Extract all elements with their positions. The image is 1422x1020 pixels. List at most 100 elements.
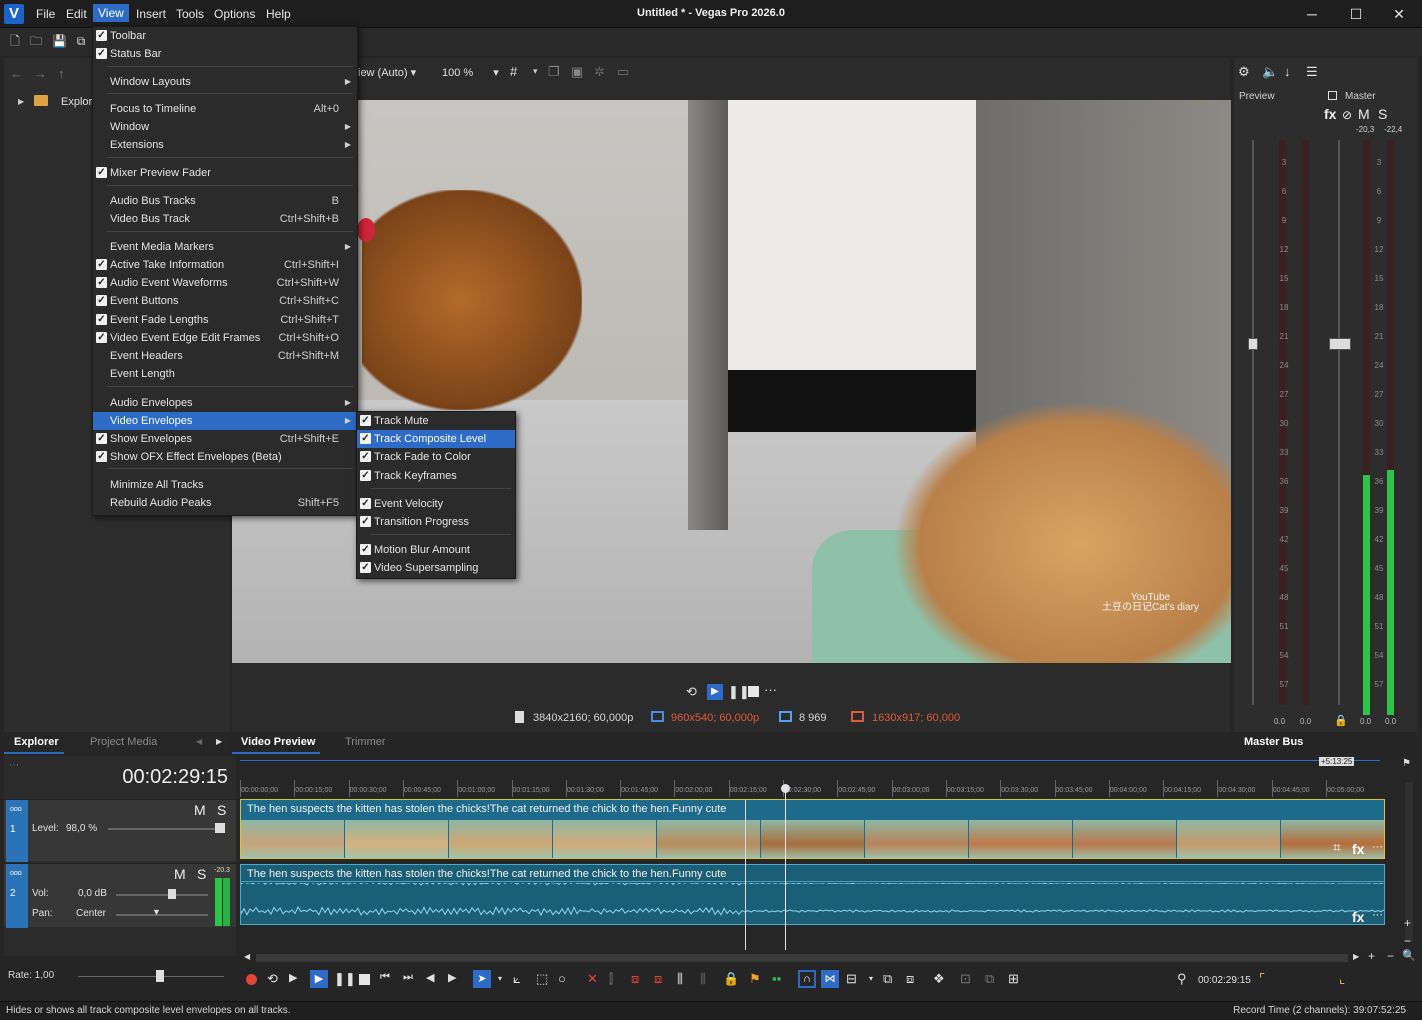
audio-event-more-icon[interactable]: ···	[1372, 909, 1383, 921]
speaker-icon[interactable]: 🔈	[1262, 64, 1278, 80]
scroll-left-icon[interactable]: ◀	[244, 952, 250, 961]
marker-flag-icon[interactable]: ⚑	[1402, 758, 1411, 769]
envelope-item-track-fade-to-color[interactable]: ✓ Track Fade to Color	[357, 448, 515, 466]
audio-track-header[interactable]: ooo 2 M S -20.3 Vol: 0,0 dB Pan: Center …	[4, 863, 236, 928]
overlay-icon[interactable]: ▭	[617, 64, 629, 80]
menu-edit[interactable]: Edit	[61, 6, 92, 22]
gear-icon[interactable]: ⚙	[1238, 64, 1250, 80]
view-menu-item-show-ofx-effect-envelopes-beta[interactable]: ✓ Show OFX Effect Envelopes (Beta)	[93, 448, 357, 466]
up-arrow-icon[interactable]: ↑	[58, 66, 65, 81]
master-checkbox-icon[interactable]	[1328, 91, 1337, 100]
ripple-icon[interactable]: ⫼	[700, 971, 706, 987]
menu-insert[interactable]: Insert	[131, 6, 171, 22]
envelope-item-transition-progress[interactable]: ✓ Transition Progress	[357, 513, 515, 531]
go-to-end-icon[interactable]: ⏭	[403, 971, 413, 984]
envelope-tool-icon[interactable]: ⟀	[513, 971, 521, 987]
zoom-out-vertical-icon[interactable]: −	[1404, 934, 1411, 948]
loop-region-bar[interactable]	[240, 760, 1380, 761]
split-icon[interactable]: ⫼	[677, 971, 683, 987]
loop-playback-icon[interactable]: ⟲	[267, 971, 278, 987]
scroll-right-icon[interactable]: ▶	[1353, 952, 1359, 961]
selection-start-icon[interactable]: ⌜	[1259, 971, 1265, 987]
view-menu-item-show-envelopes[interactable]: ✓ Show Envelopes Ctrl+Shift+E	[93, 430, 357, 448]
view-menu-item-audio-event-waveforms[interactable]: ✓ Audio Event Waveforms Ctrl+Shift+W	[93, 274, 357, 292]
tab-master-bus[interactable]: Master Bus	[1244, 736, 1303, 748]
master-solo-button[interactable]: S	[1378, 106, 1387, 122]
master-mute-button[interactable]: M	[1358, 106, 1370, 122]
stop-button[interactable]	[359, 974, 370, 985]
copy-snapshot-icon[interactable]: ❐	[548, 64, 560, 80]
video-track-mute-button[interactable]: M	[194, 802, 206, 818]
more-options-icon[interactable]: ···	[764, 682, 777, 697]
video-track-header[interactable]: ooo 1 M S Level: 98,0 %	[4, 799, 236, 862]
nest-icon[interactable]: ⊡	[960, 971, 971, 987]
lock-icon[interactable]: 🔒	[1334, 714, 1348, 727]
normal-edit-tool-icon[interactable]: ➤	[473, 970, 491, 988]
timeline-horizontal-scrollbar[interactable]	[256, 954, 1348, 962]
menu-tools[interactable]: Tools	[171, 6, 209, 22]
view-menu-item-mixer-preview-fader[interactable]: ✓ Mixer Preview Fader	[93, 164, 357, 182]
track-expand-icon[interactable]: ooo	[10, 806, 22, 813]
open-folder-icon[interactable]: 🗀	[29, 34, 43, 48]
view-menu-item-active-take-information[interactable]: ✓ Active Take Information Ctrl+Shift+I	[93, 256, 357, 274]
master-fx-button[interactable]: fx	[1324, 106, 1336, 122]
view-menu-item-audio-bus-tracks[interactable]: Audio Bus Tracks B	[93, 192, 357, 210]
mixer-sliders-icon[interactable]: ☰	[1306, 64, 1318, 80]
audio-track-solo-button[interactable]: S	[197, 866, 206, 882]
record-icon[interactable]	[246, 974, 257, 985]
preview-quality-dropdown[interactable]: iew (Auto) ▾	[358, 66, 416, 79]
pause-button[interactable]: ❚❚	[334, 971, 356, 987]
view-menu-item-audio-envelopes[interactable]: Audio Envelopes ▶	[93, 394, 357, 412]
auto-ripple-icon[interactable]: ⊟	[846, 971, 857, 987]
tab-project-media[interactable]: Project Media	[90, 736, 157, 748]
zoom-out-horizontal-icon[interactable]: −	[1387, 949, 1394, 963]
zoom-tool-icon[interactable]: 🔍	[1402, 949, 1416, 962]
forward-arrow-icon[interactable]: →	[34, 66, 47, 81]
region-icon[interactable]: ▪▪	[772, 971, 781, 986]
preview-fader-handle[interactable]	[1248, 338, 1258, 350]
selection-tool-icon[interactable]: ⬚	[536, 971, 548, 987]
view-menu-item-window-layouts[interactable]: Window Layouts ▶	[93, 73, 357, 91]
close-button[interactable]: ✕	[1385, 4, 1413, 24]
tab-scroll-left-icon[interactable]: ◀	[196, 737, 202, 746]
view-menu-item-event-fade-lengths[interactable]: ✓ Event Fade Lengths Ctrl+Shift+T	[93, 311, 357, 329]
ripple-dropdown-icon[interactable]: ▾	[869, 974, 873, 983]
view-menu-item-toolbar[interactable]: ✓ Toolbar	[93, 27, 357, 45]
save-snapshot-icon[interactable]: ▣	[571, 64, 583, 80]
video-event-fx-button[interactable]: fx	[1352, 841, 1364, 857]
tab-explorer[interactable]: Explorer	[14, 736, 59, 748]
playhead-cursor[interactable]	[785, 784, 786, 950]
save-icon[interactable]: 💾	[52, 34, 67, 48]
drag-handle-icon[interactable]: ⋮	[8, 760, 19, 770]
grid-icon[interactable]: #	[510, 64, 517, 79]
view-menu-item-status-bar[interactable]: ✓ Status Bar	[93, 45, 357, 63]
marker-icon[interactable]: ⚑	[749, 971, 761, 987]
envelope-item-video-supersampling[interactable]: ✓ Video Supersampling	[357, 559, 515, 577]
settings-small-icon[interactable]: ✲	[594, 64, 605, 80]
ignore-grouping-icon[interactable]: ⧈	[906, 971, 914, 987]
rate-slider-handle[interactable]	[156, 970, 164, 982]
audio-track-mute-button[interactable]: M	[174, 866, 186, 882]
new-file-icon[interactable]: 🗋	[8, 34, 22, 48]
back-arrow-icon[interactable]: ←	[10, 66, 23, 81]
trim-end-icon[interactable]: ⧈	[654, 971, 662, 987]
view-menu-item-extensions[interactable]: Extensions ▶	[93, 136, 357, 154]
view-menu-item-video-bus-track[interactable]: Video Bus Track Ctrl+Shift+B	[93, 210, 357, 228]
zoom-tool-bottom-icon[interactable]: ○	[558, 971, 566, 986]
envelope-item-event-velocity[interactable]: ✓ Event Velocity	[357, 495, 515, 513]
pause-icon[interactable]: ❚❚	[728, 684, 750, 700]
crop-icon[interactable]: ⌗	[1333, 839, 1341, 856]
envelope-item-track-mute[interactable]: ✓ Track Mute	[357, 412, 515, 430]
view-menu-item-window[interactable]: Window ▶	[93, 118, 357, 136]
view-menu-item-event-headers[interactable]: Event Headers Ctrl+Shift+M	[93, 347, 357, 365]
group-icon[interactable]: ⧉	[883, 971, 892, 987]
maximize-button[interactable]: ☐	[1342, 4, 1370, 24]
zoom-in-horizontal-icon[interactable]: +	[1368, 949, 1375, 963]
menu-file[interactable]: File	[31, 6, 60, 22]
envelope-item-track-keyframes[interactable]: ✓ Track Keyframes	[357, 467, 515, 485]
track-expand-icon[interactable]: ooo	[10, 870, 22, 877]
auto-crossfade-icon[interactable]: ⋈	[821, 970, 839, 988]
view-menu-item-minimize-all-tracks[interactable]: Minimize All Tracks	[93, 476, 357, 494]
play-button[interactable]: ▶	[310, 970, 328, 988]
menu-help[interactable]: Help	[261, 6, 296, 22]
